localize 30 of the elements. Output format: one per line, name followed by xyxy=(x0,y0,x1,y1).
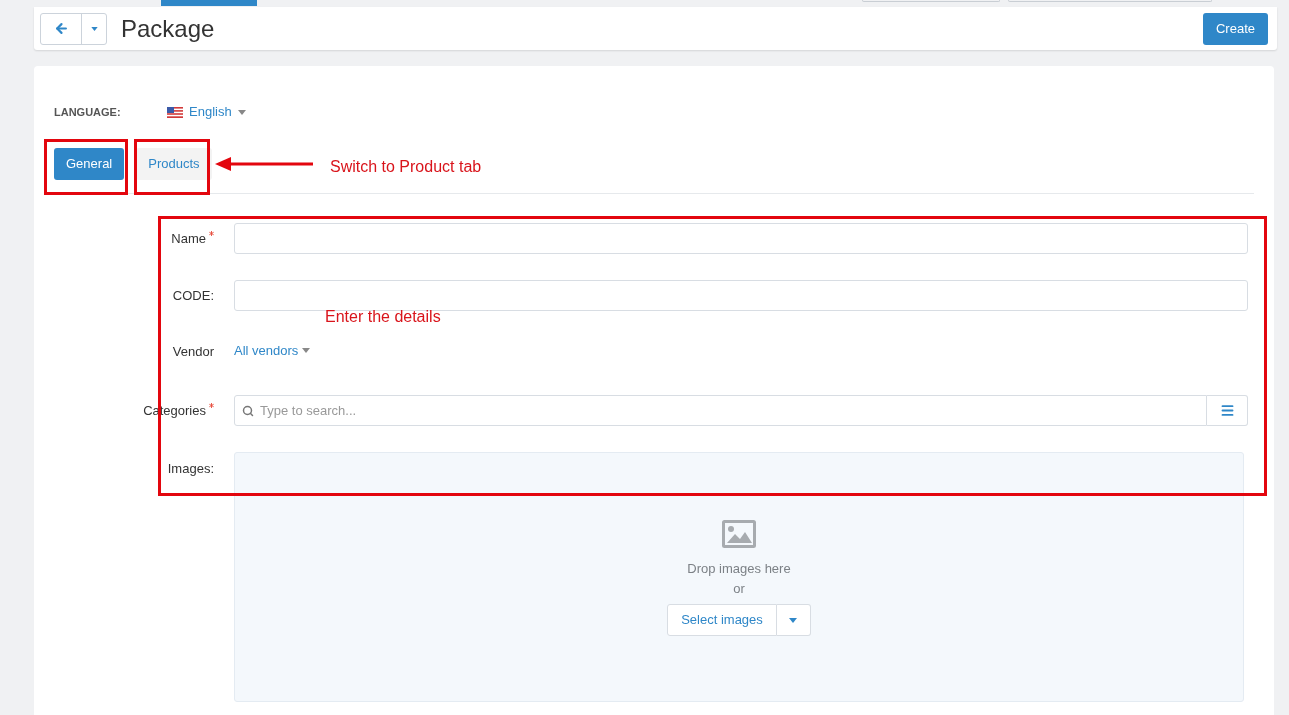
list-button[interactable] xyxy=(1207,395,1248,426)
flag-icon xyxy=(167,106,183,118)
caret-icon xyxy=(302,348,311,353)
image-drop-zone[interactable]: Drop images here or Select images xyxy=(234,452,1244,702)
tab[interactable]: General xyxy=(54,148,125,180)
text-input-field[interactable] xyxy=(234,223,1248,254)
field-label: Name xyxy=(171,229,206,248)
tab[interactable]: Products xyxy=(136,148,212,180)
select-images-menu-button[interactable] xyxy=(776,604,811,636)
create-button[interactable]: Create xyxy=(1202,12,1268,45)
page-title: Package xyxy=(121,14,215,43)
caret-icon xyxy=(789,617,798,623)
select-images-button[interactable]: Select images xyxy=(667,604,777,636)
image-icon xyxy=(722,520,756,548)
annotation-text: Enter the details xyxy=(325,307,441,327)
caret-icon xyxy=(90,26,98,31)
search-field[interactable]: Type to search... xyxy=(234,395,1207,426)
caret-icon xyxy=(237,109,246,115)
annotation-text: Switch to Product tab xyxy=(330,157,482,177)
drop-hint: Drop images here xyxy=(687,560,791,578)
language-label: LANGUAGE: xyxy=(54,104,122,120)
or-text: or xyxy=(733,580,745,598)
text-input-field[interactable] xyxy=(234,280,1248,311)
language-dropdown[interactable]: English xyxy=(167,102,246,122)
field-label: Images: xyxy=(167,460,214,478)
menu-icon xyxy=(1219,403,1235,418)
field-label: CODE: xyxy=(172,286,214,305)
search-icon xyxy=(242,405,254,417)
vendor-dropdown[interactable]: All vendors xyxy=(234,340,311,361)
field-label: Vendor xyxy=(172,343,214,361)
